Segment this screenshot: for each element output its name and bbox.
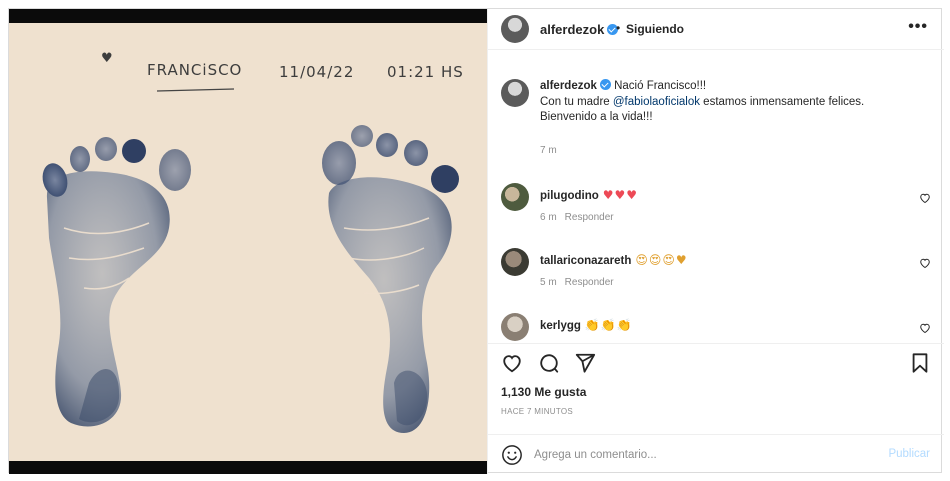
caption-line-3: Bienvenido a la vida!!! [540,111,653,123]
comment-text: 👏👏👏 [584,318,633,332]
comment-time[interactable]: 6 m [540,212,557,223]
post-media[interactable]: ♥ FRANCiSCO 11/04/22 01:21 HS [9,9,487,474]
comment-username[interactable]: pilugodino [540,190,599,202]
likes-count[interactable]: 1,130 Me gusta [501,385,586,399]
comment-line: tallariconazareth 😍😍😍♥ [540,253,688,267]
handwritten-date: 11/04/22 [279,63,355,81]
comment-text: 😍😍😍♥ [635,253,688,267]
comment-avatar[interactable] [501,183,529,211]
heart-icon[interactable] [919,322,931,334]
caption-time[interactable]: 7 m [540,145,557,156]
header-separator: • [616,21,621,35]
verified-badge-icon [599,79,611,90]
comment-username[interactable]: tallariconazareth [540,255,631,267]
comment-line: kerlygg 👏👏👏 [540,318,633,332]
comment-time[interactable]: 5 m [540,277,557,288]
handwritten-name: FRANCiSCO [147,61,243,79]
reply-button[interactable]: Responder [565,212,614,223]
post-time-ago[interactable]: HACE 7 MINUTOS [501,407,573,416]
reply-button[interactable]: Responder [565,277,614,288]
comment-item: pilugodino ♥♥♥ 6 m Responder [501,183,931,231]
caption-avatar[interactable] [501,79,529,107]
comment-item: tallariconazareth 😍😍😍♥ 5 m Responder [501,248,931,296]
following-button[interactable]: Siguiendo [626,22,684,36]
caption-mention[interactable]: @fabiolaoficialok [613,96,700,108]
handwritten-time: 01:21 HS [387,63,464,81]
more-options-icon[interactable]: ••• [908,18,928,36]
comment-item: kerlygg 👏👏👏 [501,313,931,343]
comments-list[interactable]: alferdezok Nació Francisco!!! Con tu mad… [488,50,944,343]
left-footprint [42,137,191,427]
caption-text: alferdezok Nació Francisco!!! Con tu mad… [540,79,920,126]
caption-line-2-post: estamos inmensamente felices. [699,95,865,108]
add-comment-bar: Publicar [488,434,944,474]
footprints-photo: ♥ FRANCiSCO 11/04/22 01:21 HS [9,23,487,461]
publish-button[interactable]: Publicar [888,448,930,460]
comment-meta: 5 m Responder [540,277,614,288]
post-sidebar: alferdezok • Siguiendo ••• alferdezok Na… [487,9,944,474]
caption-username[interactable]: alferdezok [540,79,611,92]
caption-line-2-pre: Con tu madre [540,95,613,108]
comment-avatar[interactable] [501,248,529,276]
bookmark-icon[interactable] [909,352,931,374]
author-avatar[interactable] [501,15,529,43]
comment-meta: 6 m Responder [540,212,614,223]
post-header: alferdezok • Siguiendo ••• [488,9,944,50]
right-footprint [322,125,459,433]
comment-avatar[interactable] [501,313,529,341]
author-username[interactable]: alferdezok [540,22,619,37]
post-actions [488,343,944,379]
share-icon[interactable] [574,352,596,374]
handwritten-heart: ♥ [101,51,114,66]
comment-line: pilugodino ♥♥♥ [540,188,638,202]
comment-icon[interactable] [538,352,560,374]
comment-text: ♥♥♥ [602,188,639,202]
caption-line-1: Nació Francisco!!! [614,80,707,92]
footprints-drawing [42,88,459,433]
comment-username[interactable]: kerlygg [540,320,581,332]
heart-icon[interactable] [919,192,931,204]
emoji-icon[interactable] [501,444,523,466]
instagram-post: ♥ FRANCiSCO 11/04/22 01:21 HS alferdezok… [8,8,944,474]
comment-input[interactable] [534,443,864,467]
heart-icon[interactable] [919,257,931,269]
heart-icon[interactable] [501,352,523,374]
